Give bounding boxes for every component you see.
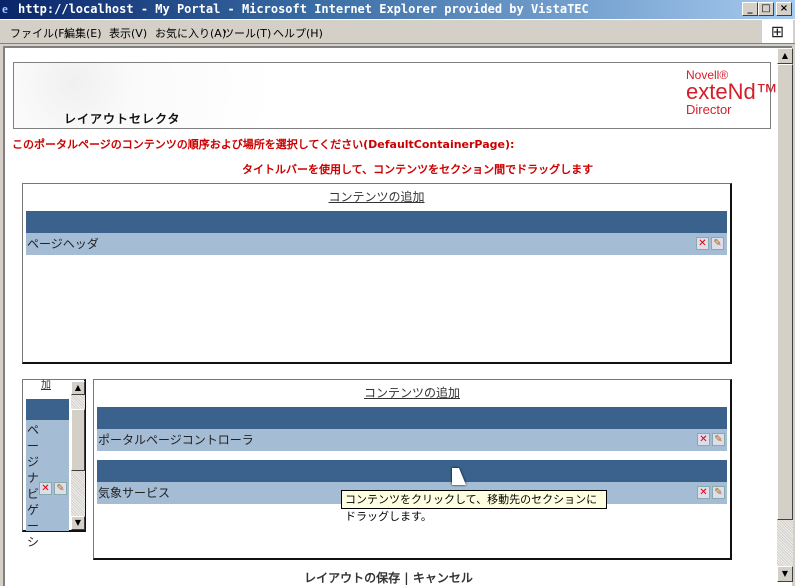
scroll-up-button[interactable]: ▲ [71, 381, 85, 395]
drag-instruction-text: タイトルバーを使用して、コンテンツをセクション間でドラッグします [242, 163, 594, 176]
section-top: コンテンツの追加 ページヘッダ ✕ ✎ [22, 183, 732, 364]
edit-icon[interactable]: ✎ [711, 237, 724, 250]
scroll-thumb[interactable] [71, 409, 85, 471]
portlet-titlebar[interactable] [97, 407, 727, 429]
menu-file[interactable]: ファイル(F) [10, 25, 69, 41]
portlet-page-navigation[interactable]: ページナビゲーシ ✕ ✎ [26, 420, 69, 549]
page-scrollbar[interactable]: ▲ ▼ [777, 48, 793, 582]
cancel-link[interactable]: キャンセル [413, 571, 473, 585]
separator: | [404, 571, 409, 585]
add-content-link[interactable]: コンテンツの追加 [23, 188, 730, 205]
windows-logo-icon: ⊞ [762, 20, 793, 43]
menu-edit[interactable]: 編集(E) [64, 25, 102, 41]
portlet-title: ページヘッダ [27, 237, 99, 251]
scroll-thumb[interactable] [777, 64, 793, 520]
portlet-title: ページナビゲーシ [26, 423, 39, 549]
portlet-titlebar[interactable] [26, 399, 69, 420]
maximize-button[interactable]: □ [758, 2, 774, 16]
save-layout-link[interactable]: レイアウトの保存 [304, 571, 400, 585]
section-scrollbar[interactable]: ▲ ▼ [71, 381, 85, 530]
scroll-down-button[interactable]: ▼ [777, 566, 793, 582]
portlet-title: ポータルページコントローラ [98, 433, 254, 447]
portlet-title: 気象サービス [98, 486, 171, 500]
ie-icon: e [2, 1, 8, 16]
menu-favorites[interactable]: お気に入り(A) [155, 25, 226, 41]
add-content-link[interactable]: 加 [41, 376, 51, 391]
menu-view[interactable]: 表示(V) [109, 25, 147, 41]
page-title: レイアウトセレクタ [64, 112, 181, 126]
delete-icon[interactable]: ✕ [39, 482, 52, 495]
scroll-up-button[interactable]: ▲ [777, 48, 793, 64]
portlet-page-header[interactable]: ページヘッダ ✕ ✎ [26, 233, 727, 255]
portlet-portal-page-controller[interactable]: ポータルページコントローラ ✕ ✎ [97, 429, 727, 451]
add-content-link[interactable]: コンテンツの追加 [94, 384, 730, 401]
instruction-text: このポータルページのコンテンツの順序および場所を選択してください(Default… [12, 138, 515, 151]
scroll-down-button[interactable]: ▼ [71, 516, 85, 530]
window-titlebar: http://localhost - My Portal - Microsoft… [0, 0, 795, 19]
minimize-button[interactable]: _ [742, 2, 758, 16]
footer-actions: レイアウトの保存 | キャンセル [0, 569, 777, 586]
menu-help[interactable]: ヘルプ(H) [273, 25, 323, 41]
delete-icon[interactable]: ✕ [697, 433, 710, 446]
delete-icon[interactable]: ✕ [696, 237, 709, 250]
portlet-titlebar[interactable] [26, 211, 727, 233]
tooltip: コンテンツをクリックして、移動先のセクションにドラッグします。 [341, 490, 607, 523]
edit-icon[interactable]: ✎ [712, 486, 725, 499]
delete-icon[interactable]: ✕ [697, 486, 710, 499]
page-header: レイアウトセレクタ Novell® exteNd™ Director [13, 62, 778, 129]
novell-logo: Novell® exteNd™ Director [686, 68, 778, 117]
section-right: コンテンツの追加 ポータルページコントローラ ✕ ✎ 気象サービス ✕ ✎ [93, 379, 732, 560]
section-left: 加 ページナビゲーシ ✕ ✎ ▲ ▼ [22, 376, 86, 549]
menu-tools[interactable]: ツール(T) [223, 25, 271, 41]
edit-icon[interactable]: ✎ [712, 433, 725, 446]
mouse-cursor-icon [452, 468, 466, 485]
portlet-titlebar[interactable] [97, 460, 727, 482]
edit-icon[interactable]: ✎ [54, 482, 67, 495]
close-button[interactable]: × [776, 2, 792, 16]
